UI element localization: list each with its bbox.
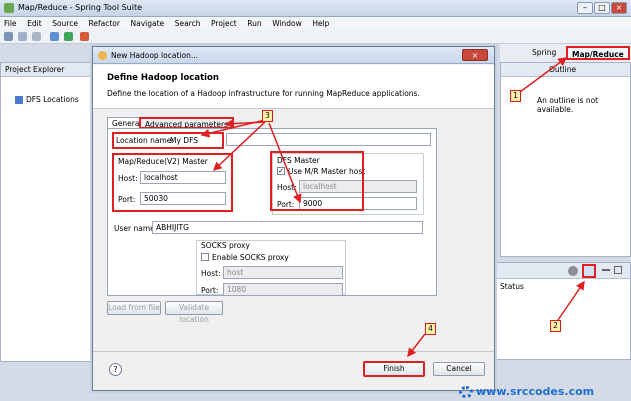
annotation-arrows [200,57,585,358]
arrow-3d [224,119,266,129]
arrow-3c [268,122,302,204]
arrow-3b [212,121,266,172]
arrow-4 [407,333,426,358]
watermark-logo-icon [459,386,473,398]
annotation-4: 4 [425,323,436,335]
arrow-1 [519,57,568,93]
annotation-3: 3 [262,110,273,122]
arrow-2 [557,280,585,321]
annotation-1: 1 [510,90,521,102]
annotation-2: 2 [550,320,561,332]
watermark: www.srccodes.com [476,385,595,398]
